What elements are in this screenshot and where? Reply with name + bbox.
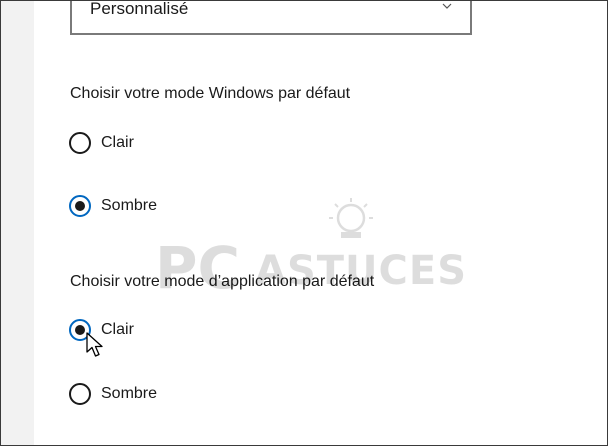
radio-button[interactable] bbox=[69, 383, 91, 405]
navigation-pane-edge bbox=[1, 1, 34, 445]
color-mode-dropdown[interactable]: Personnalisé bbox=[70, 0, 472, 35]
windows-mode-title: Choisir votre mode Windows par défaut bbox=[70, 85, 351, 102]
radio-button-selected[interactable] bbox=[69, 195, 91, 217]
radio-label: Sombre bbox=[101, 197, 158, 214]
radio-label: Clair bbox=[101, 134, 134, 151]
chevron-down-icon bbox=[442, 3, 452, 9]
app-mode-title: Choisir votre mode d’application par déf… bbox=[70, 273, 375, 290]
windows-mode-light-option[interactable]: Clair bbox=[69, 130, 134, 156]
app-mode-dark-option[interactable]: Sombre bbox=[69, 381, 157, 407]
dropdown-value: Personnalisé bbox=[90, 0, 189, 18]
windows-mode-dark-option[interactable]: Sombre bbox=[69, 193, 157, 219]
mouse-cursor-icon bbox=[86, 332, 103, 357]
colors-settings-panel: Personnalisé Choisir votre mode Windows … bbox=[34, 1, 607, 445]
radio-label: Sombre bbox=[101, 385, 158, 402]
radio-button[interactable] bbox=[69, 132, 91, 154]
settings-window: Personnalisé Choisir votre mode Windows … bbox=[0, 0, 608, 446]
